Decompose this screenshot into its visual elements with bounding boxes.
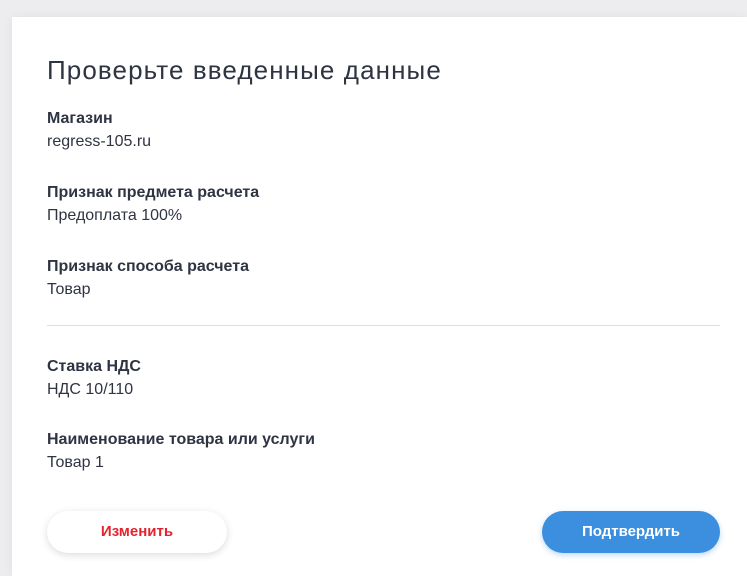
field-store-value: regress-105.ru <box>47 133 152 150</box>
confirm-button[interactable]: Подтвердить <box>542 511 720 553</box>
field-method-sign: Признак способа расчета Товар <box>47 257 707 300</box>
field-item-name-value: Товар 1 <box>47 454 104 471</box>
field-store: Магазин regress-105.ru <box>47 109 707 152</box>
field-subject-sign-value: Предоплата 100% <box>47 207 183 224</box>
section-divider <box>47 325 720 326</box>
field-method-sign-value: Товар <box>47 281 91 298</box>
field-method-sign-label: Признак способа расчета <box>47 258 249 275</box>
field-store-label: Магазин <box>47 110 113 127</box>
field-vat-rate: Ставка НДС НДС 10/110 <box>47 357 707 400</box>
field-subject-sign: Признак предмета расчета Предоплата 100% <box>47 183 707 226</box>
field-item-name: Наименование товара или услуги Товар 1 <box>47 430 707 473</box>
confirm-data-card: Проверьте введенные данные Магазин regre… <box>12 17 747 576</box>
dialog-title: Проверьте введенные данные <box>47 55 442 85</box>
change-button[interactable]: Изменить <box>47 511 227 553</box>
field-subject-sign-label: Признак предмета расчета <box>47 184 260 201</box>
field-item-name-label: Наименование товара или услуги <box>47 431 315 448</box>
field-vat-rate-value: НДС 10/110 <box>47 381 134 398</box>
field-vat-rate-label: Ставка НДС <box>47 358 141 375</box>
